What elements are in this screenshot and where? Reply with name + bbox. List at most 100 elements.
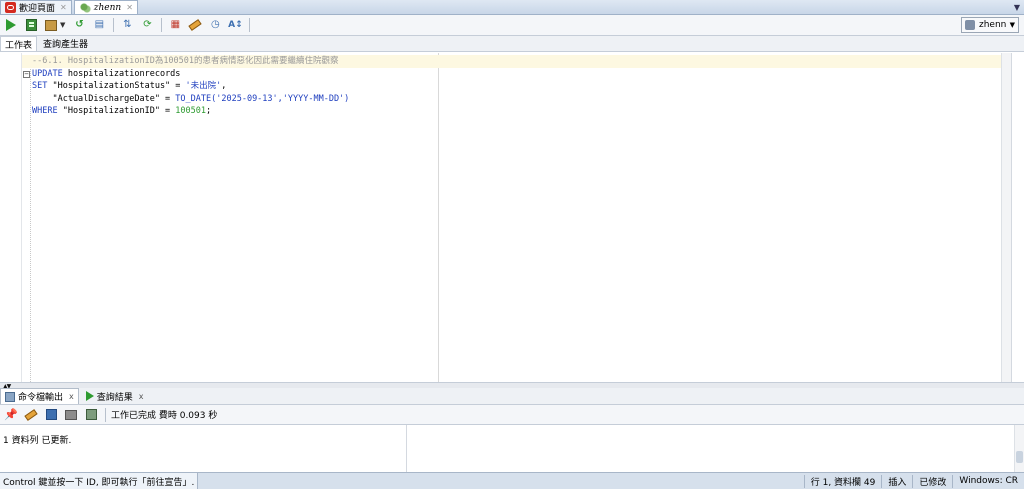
toolbar-divider	[105, 407, 106, 422]
run-statement-button[interactable]	[3, 17, 19, 33]
toolbar-divider	[249, 18, 251, 32]
line-gutter	[0, 53, 22, 382]
script-output-panel: 1 資料列 已更新.	[0, 425, 1024, 472]
sql-function: TO_DATE	[175, 93, 212, 104]
tab-list-dropdown-icon[interactable]: ▼	[1014, 3, 1020, 12]
code-line: SET "HospitalizationStatus" = '未出院',	[22, 80, 1010, 93]
sql-column: "HospitalizationStatus" =	[47, 81, 186, 91]
editor-vertical-scrollbar[interactable]	[1001, 53, 1011, 382]
script-icon	[25, 19, 37, 31]
eraser-icon	[24, 408, 38, 421]
sql-punct: ,	[221, 81, 227, 91]
toolbar-divider	[161, 18, 163, 32]
autotrace-icon: ⇅	[123, 19, 132, 30]
code-line: WHERE "HospitalizationID" = 100501;	[22, 105, 1010, 118]
printer-icon	[65, 409, 77, 420]
script-output-text[interactable]: 1 資料列 已更新.	[0, 425, 407, 472]
tab-welcome-label: 歡迎頁面	[19, 4, 56, 14]
modified-indicator: 已修改	[912, 474, 952, 488]
oracle-icon	[5, 2, 16, 13]
autotrace-button[interactable]: ⇅	[119, 17, 135, 33]
rollback-button[interactable]: ↺	[71, 17, 87, 33]
database-icon	[965, 20, 975, 30]
insert-mode: 插入	[881, 474, 912, 488]
commit-button[interactable]	[43, 17, 59, 33]
output-tab-bar: 命令檔輸出 x 查詢結果 x	[0, 388, 1024, 405]
tuning-icon: ▦	[170, 19, 181, 30]
worksheet-subtabs: 工作表 查詢產生器	[0, 36, 1024, 52]
connection-select-value: zhenn	[979, 20, 1007, 30]
sql-punct: ;	[206, 106, 212, 116]
sql-column: "HospitalizationID" =	[57, 106, 176, 116]
history-icon: ◷	[211, 19, 220, 30]
line-ending: Windows: CR	[952, 474, 1024, 488]
code-line: --6.1. HospitalizationID為100501的患者病情惡化因此…	[22, 55, 1010, 68]
document-tab-bar: 歡迎頁面 ✕ zhenn ✕ ▼	[0, 0, 1024, 15]
fold-toggle-icon[interactable]: −	[23, 70, 30, 78]
status-hint: Control 鍵並按一下 ID, 即可執行「前往宣告」.	[0, 472, 199, 489]
save-output-button[interactable]	[43, 407, 59, 423]
close-icon[interactable]: ✕	[60, 3, 67, 12]
save-icon	[45, 409, 57, 420]
task-status-text: 工作已完成 費時 0.093 秒	[111, 411, 218, 421]
worksheet-toolbar: ▼ ↺ ▤ ⇅ ⟳ ▦ ◷ A↕ zhenn ▼	[0, 15, 1024, 36]
format-button[interactable]: A↕	[227, 17, 243, 33]
history-button[interactable]: ◷	[207, 17, 223, 33]
explain-plan-button[interactable]: ▤	[91, 17, 107, 33]
toolbar-divider	[113, 18, 115, 32]
close-icon[interactable]: x	[139, 392, 144, 401]
pin-button[interactable]: 📌	[3, 407, 19, 423]
tab-script-output-label: 命令檔輸出	[18, 393, 64, 403]
tab-query-result[interactable]: 查詢結果 x	[82, 388, 148, 404]
close-icon[interactable]: ✕	[126, 3, 133, 12]
sql-editor[interactable]: --6.1. HospitalizationID為100501的患者病情惡化因此…	[0, 53, 1012, 382]
refresh-icon: ⟳	[143, 19, 152, 30]
print-button[interactable]	[63, 407, 79, 423]
play-icon	[6, 19, 16, 31]
explain-plan-icon: ▤	[94, 19, 105, 30]
sql-keyword: UPDATE	[32, 68, 63, 79]
sql-string: '未出院'	[185, 81, 222, 91]
tab-query-builder[interactable]: 查詢產生器	[39, 36, 92, 51]
eraser-icon	[188, 19, 203, 31]
tab-worksheet[interactable]: 工作表	[0, 36, 38, 51]
tab-script-output[interactable]: 命令檔輸出 x	[0, 388, 79, 404]
output-toolbar: 📌 工作已完成 費時 0.093 秒	[0, 405, 1024, 425]
script-output-icon	[5, 391, 15, 402]
sql-args: ('2025-09-13','YYYY-MM-DD')	[211, 93, 350, 104]
tab-query-result-label: 查詢結果	[96, 392, 133, 403]
code-area[interactable]: --6.1. HospitalizationID為100501的患者病情惡化因此…	[22, 55, 1010, 118]
database-commit-icon	[45, 19, 57, 31]
code-line: − UPDATE hospitalizationrecords	[22, 68, 1010, 81]
chevron-down-icon[interactable]: ▼	[60, 21, 65, 29]
code-line: "ActualDischargeDate" = TO_DATE('2025-09…	[22, 93, 1010, 106]
sql-column: "ActualDischargeDate" =	[32, 93, 176, 104]
output-message: 1 資料列 已更新.	[3, 436, 72, 446]
run-script-button[interactable]	[23, 17, 39, 33]
status-right-group: 行 1, 資料欄 49 插入 已修改 Windows: CR	[803, 473, 1024, 489]
play-icon	[85, 391, 94, 401]
connection-icon	[78, 2, 91, 13]
status-bar: Control 鍵並按一下 ID, 即可執行「前往宣告」. 行 1, 資料欄 4…	[0, 472, 1024, 489]
tab-connection-label: zhenn	[93, 2, 122, 13]
sql-number: 100501	[175, 106, 207, 116]
clear-button[interactable]	[187, 17, 203, 33]
clear-output-button[interactable]	[23, 407, 39, 423]
refresh-button[interactable]: ⟳	[139, 17, 155, 33]
scrollbar-thumb[interactable]	[1016, 451, 1023, 463]
sql-comment: --6.1. HospitalizationID為100501的患者病情惡化因此…	[32, 56, 339, 66]
output-vertical-scrollbar[interactable]	[1014, 425, 1024, 472]
buffer-icon	[85, 409, 97, 420]
tab-welcome-page[interactable]: 歡迎頁面 ✕	[0, 0, 72, 14]
rollback-icon: ↺	[75, 19, 84, 30]
text-case-icon: A↕	[228, 19, 243, 30]
connection-select[interactable]: zhenn ▼	[961, 17, 1019, 33]
cursor-position: 行 1, 資料欄 49	[803, 474, 882, 488]
pin-icon: 📌	[4, 408, 18, 421]
close-icon[interactable]: x	[69, 392, 74, 401]
tab-connection-zhenn[interactable]: zhenn ✕	[73, 0, 138, 14]
chevron-down-icon: ▼	[1009, 21, 1015, 29]
sql-keyword: SET	[32, 81, 48, 91]
buffer-size-button[interactable]	[83, 407, 99, 423]
sql-tuning-button[interactable]: ▦	[167, 17, 183, 33]
